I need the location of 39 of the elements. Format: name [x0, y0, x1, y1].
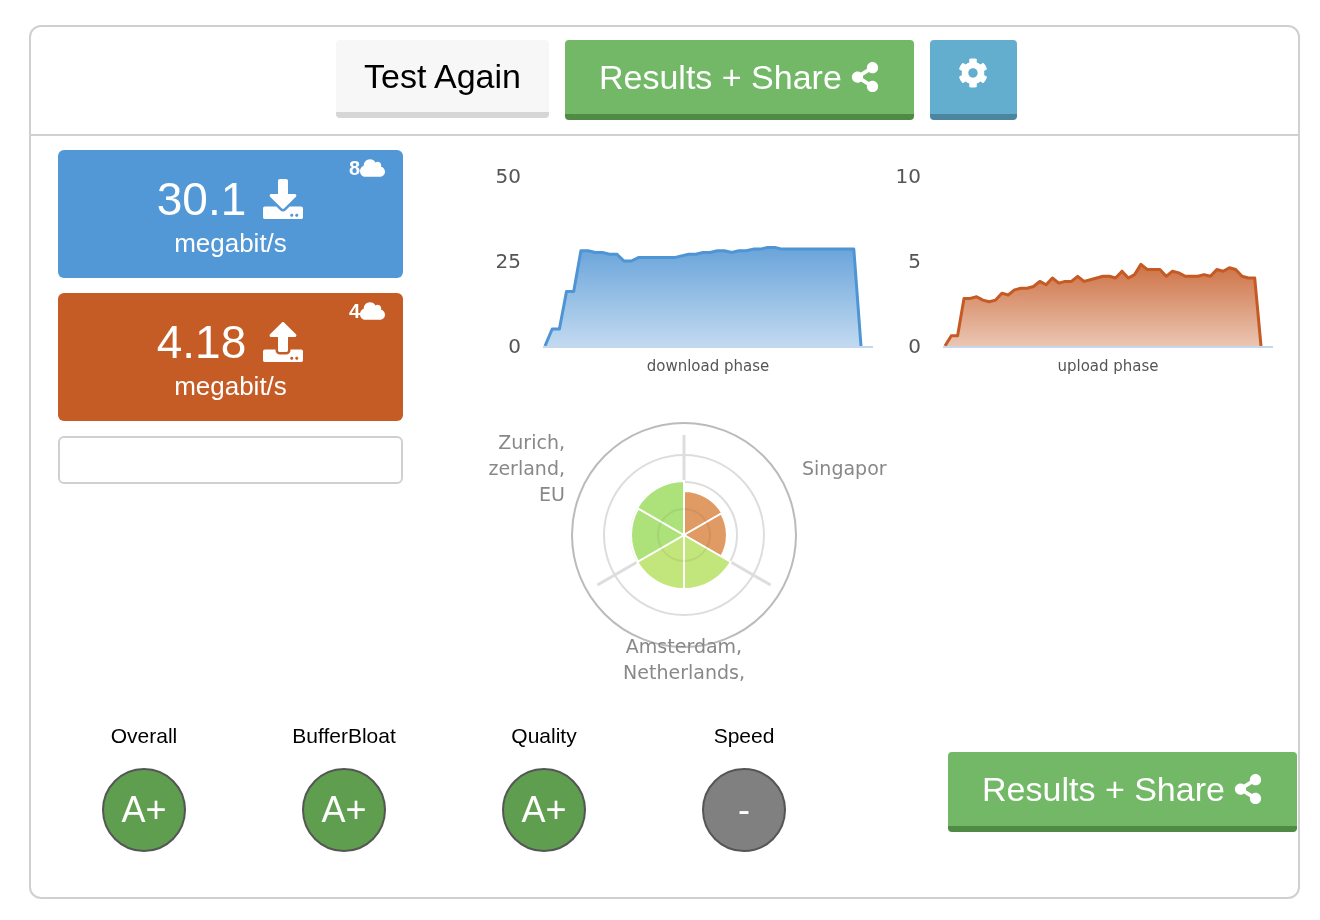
y-tick-label: 5	[908, 249, 921, 273]
server-count: 4	[348, 301, 360, 321]
speed-unit: megabit/s	[174, 373, 287, 399]
share-icon	[1232, 774, 1263, 804]
x-axis-label: upload phase	[1057, 357, 1159, 375]
speed-value: 30.1	[156, 176, 247, 222]
y-tick-label: 0	[508, 334, 521, 358]
y-tick-label: 50	[495, 164, 521, 188]
test-again-button[interactable]: Test Again	[336, 40, 549, 118]
polar-slice	[636, 480, 685, 536]
cloud-icon	[360, 301, 385, 321]
grade-label: Speed	[713, 723, 775, 749]
y-tick-label: 0	[908, 334, 921, 358]
y-tick-label: 25	[495, 249, 521, 273]
grade-label: Quality	[511, 723, 577, 749]
cloud-icon	[360, 158, 385, 178]
speed-unit: megabit/s	[174, 230, 287, 256]
y-tick-label: 10	[895, 164, 921, 188]
grade-label: Overall	[110, 723, 178, 749]
polar-slice	[630, 507, 685, 563]
download-icon	[262, 179, 305, 219]
status-field[interactable]	[58, 436, 403, 484]
results-share-button[interactable]: Results + Share	[564, 40, 914, 120]
grade-label: BufferBloat	[292, 723, 396, 749]
server-count: 8	[348, 158, 360, 178]
polar-slice	[683, 534, 732, 590]
x-axis-label: download phase	[646, 357, 770, 375]
settings-button[interactable]	[929, 40, 1017, 120]
results-share-button[interactable]: Results + Share	[948, 752, 1297, 832]
location-label: Amsterdam, Netherlands,	[623, 635, 745, 683]
upload-icon	[262, 322, 305, 362]
location-label: Zurich, zerland, EU	[488, 431, 565, 505]
polar-slice	[683, 512, 728, 558]
polar-slice	[636, 534, 685, 590]
share-icon	[849, 62, 880, 92]
location-label: Singapor	[802, 457, 887, 479]
settings-icon	[958, 58, 989, 88]
polar-spoke	[596, 560, 639, 587]
speed-value: 4.18	[156, 319, 247, 365]
